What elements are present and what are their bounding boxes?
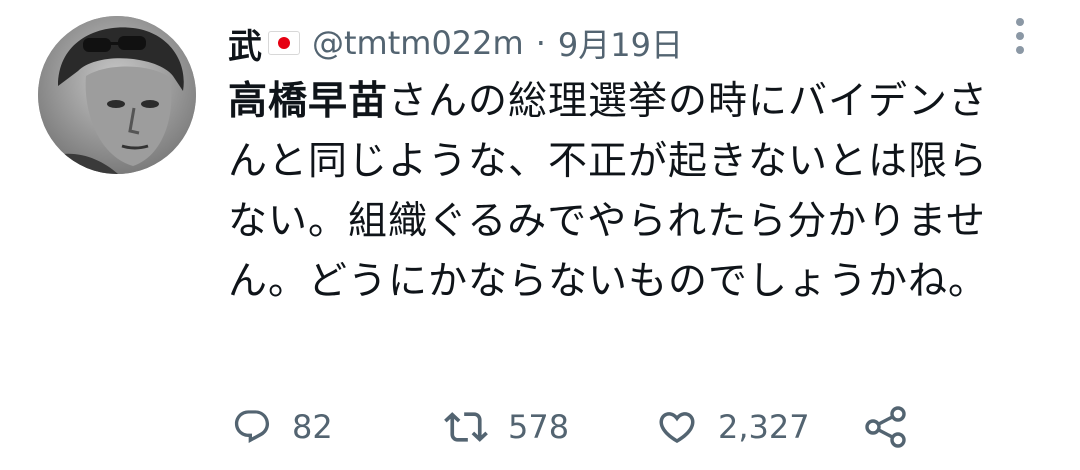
tweet-text-bold: 高橋早苗 (228, 79, 389, 124)
reply-button[interactable]: 82 (232, 402, 333, 452)
tweet-header: 武 @tmtm022m · 9月19日 (228, 19, 683, 68)
japan-flag-icon (268, 31, 300, 55)
tweet-card[interactable]: 武 @tmtm022m · 9月19日 高橋早苗さんの総理選挙の時にバイデンさん… (0, 0, 1080, 470)
share-icon (865, 406, 906, 448)
avatar-photo (38, 16, 196, 174)
more-options-icon[interactable] (1008, 16, 1032, 56)
user-handle[interactable]: @tmtm022m (312, 24, 524, 62)
retweet-button[interactable]: 578 (444, 402, 569, 452)
reply-count: 82 (292, 408, 333, 446)
tweet-date[interactable]: 9月19日 (558, 20, 683, 66)
like-count: 2,327 (718, 408, 810, 446)
share-button[interactable] (864, 402, 908, 452)
tweet-text: 高橋早苗さんの総理選挙の時にバイデンさんと同じような、不正が起きないとは限らない… (228, 72, 1008, 312)
like-button[interactable]: 2,327 (656, 402, 810, 452)
retweet-count: 578 (508, 408, 570, 446)
action-bar: 82 578 2,327 (232, 402, 932, 452)
display-name[interactable]: 武 (228, 19, 262, 68)
reply-icon (234, 410, 270, 443)
retweet-icon (444, 412, 488, 442)
separator-dot: · (535, 24, 546, 62)
heart-icon (659, 412, 695, 444)
avatar[interactable] (38, 16, 196, 174)
